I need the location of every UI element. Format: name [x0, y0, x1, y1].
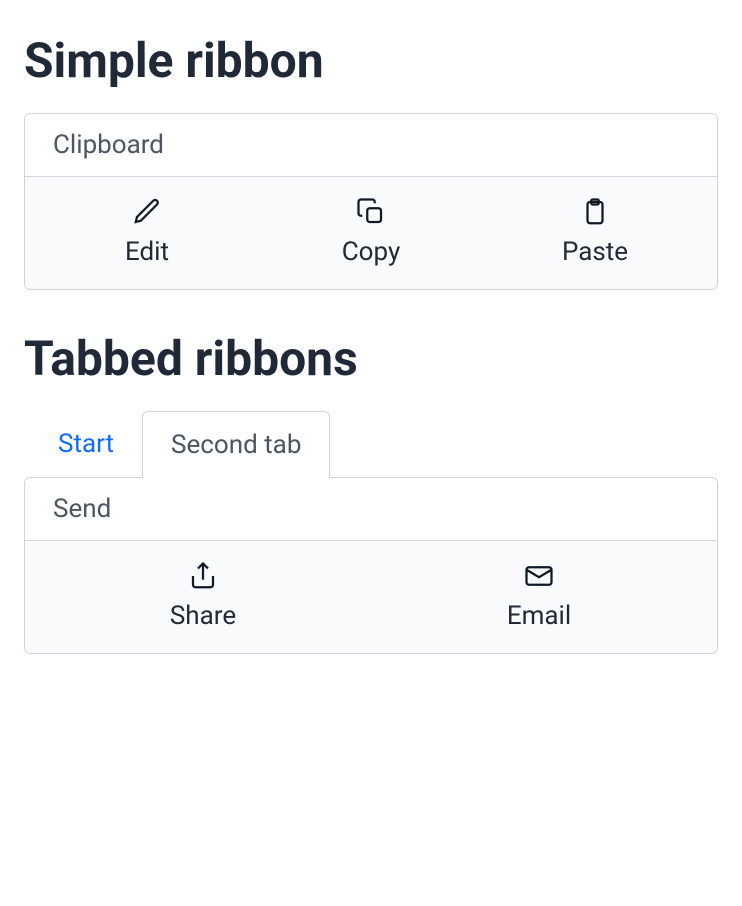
copy-icon	[356, 197, 386, 227]
ribbon-header: Clipboard	[25, 114, 717, 177]
ribbon-body: Edit Copy Paste	[25, 177, 717, 289]
email-button[interactable]: Email	[371, 561, 707, 631]
copy-button[interactable]: Copy	[259, 197, 483, 267]
share-icon	[188, 561, 218, 591]
mail-icon	[524, 561, 554, 591]
pencil-icon	[132, 197, 162, 227]
edit-label: Edit	[125, 237, 169, 267]
tabbed-ribbon: Send Share Email	[24, 477, 718, 654]
tabbed-ribbon-title: Tabbed ribbons	[24, 330, 718, 387]
email-label: Email	[507, 601, 571, 631]
tabbed-ribbon-section: Tabbed ribbons Start Second tab Send Sha…	[24, 330, 718, 654]
tab-second[interactable]: Second tab	[142, 411, 330, 478]
simple-ribbon: Clipboard Edit Copy Paste	[24, 113, 718, 290]
ribbon-header: Send	[25, 478, 717, 541]
paste-label: Paste	[562, 237, 628, 267]
simple-ribbon-section: Simple ribbon Clipboard Edit Copy	[24, 32, 718, 290]
share-button[interactable]: Share	[35, 561, 371, 631]
simple-ribbon-title: Simple ribbon	[24, 32, 718, 89]
tabs: Start Second tab	[48, 411, 718, 477]
copy-label: Copy	[342, 237, 401, 267]
paste-button[interactable]: Paste	[483, 197, 707, 267]
ribbon-header-title: Clipboard	[53, 130, 689, 160]
edit-button[interactable]: Edit	[35, 197, 259, 267]
tab-start[interactable]: Start	[48, 411, 124, 477]
ribbon-header-title: Send	[53, 494, 689, 524]
ribbon-body: Share Email	[25, 541, 717, 653]
share-label: Share	[170, 601, 236, 631]
clipboard-icon	[580, 197, 610, 227]
